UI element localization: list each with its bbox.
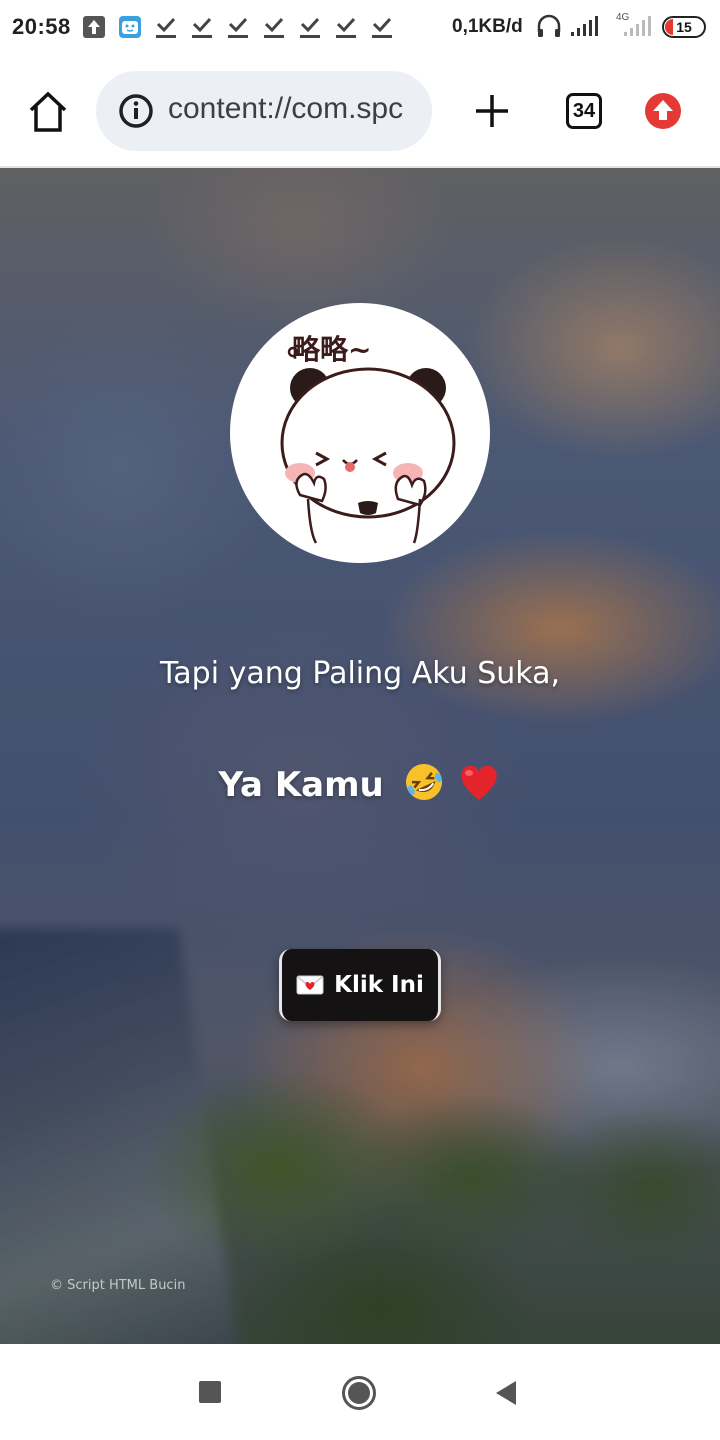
message-line-1: Tapi yang Paling Aku Suka, <box>159 656 561 691</box>
system-navigation-bar <box>0 1344 720 1440</box>
browser-toolbar: content://com.spc 34 <box>0 56 720 168</box>
recent-apps-button[interactable] <box>199 1381 221 1403</box>
address-bar[interactable]: content://com.spc <box>96 71 432 151</box>
app-face-icon <box>119 16 141 38</box>
download-done-icon <box>156 17 176 38</box>
update-available-icon[interactable] <box>644 92 682 130</box>
panda-sticker-image: 略略~ <box>230 303 490 563</box>
home-icon[interactable] <box>24 90 72 134</box>
download-done-icon <box>300 17 320 38</box>
download-done-icon <box>228 17 248 38</box>
download-done-icon <box>192 17 212 38</box>
rolling-laughing-emoji <box>405 764 442 800</box>
download-done-icon <box>336 17 356 38</box>
status-bar: 20:58 0,1KB/d 4G 15 <box>0 0 720 56</box>
battery-icon: 15 <box>662 16 706 38</box>
info-icon[interactable] <box>118 93 154 129</box>
new-tab-button[interactable] <box>472 91 512 131</box>
message-line-2-text: Ya Kamu <box>218 765 384 805</box>
click-here-label: Klik Ini <box>334 972 424 998</box>
battery-level: 15 <box>676 19 692 35</box>
headphones-icon <box>537 14 561 37</box>
footer-credit: © Script HTML Bucin <box>50 1278 186 1293</box>
download-done-icon <box>264 17 284 38</box>
mobile-signal-icon <box>624 16 651 36</box>
back-button[interactable] <box>492 1378 520 1408</box>
web-page-content: 略略~ Tapi yang Paling Aku Suka, Ya Kamu K… <box>0 168 720 1344</box>
network-speed: 0,1KB/d <box>452 16 523 37</box>
url-text: content://com.spc <box>168 92 404 125</box>
sticker-caption: 略略~ <box>292 333 371 366</box>
tab-count: 34 <box>572 99 596 122</box>
download-done-icon <box>372 17 392 38</box>
love-letter-icon <box>296 975 324 995</box>
click-here-button[interactable]: Klik Ini <box>279 949 441 1021</box>
tab-switcher-button[interactable]: 34 <box>566 93 602 129</box>
home-button[interactable] <box>341 1375 377 1411</box>
signal-strength-icon <box>571 16 598 36</box>
status-time: 20:58 <box>12 14 71 39</box>
message-line-2: Ya Kamu <box>0 762 720 805</box>
red-heart-emoji <box>461 765 498 800</box>
upload-icon <box>83 16 105 38</box>
